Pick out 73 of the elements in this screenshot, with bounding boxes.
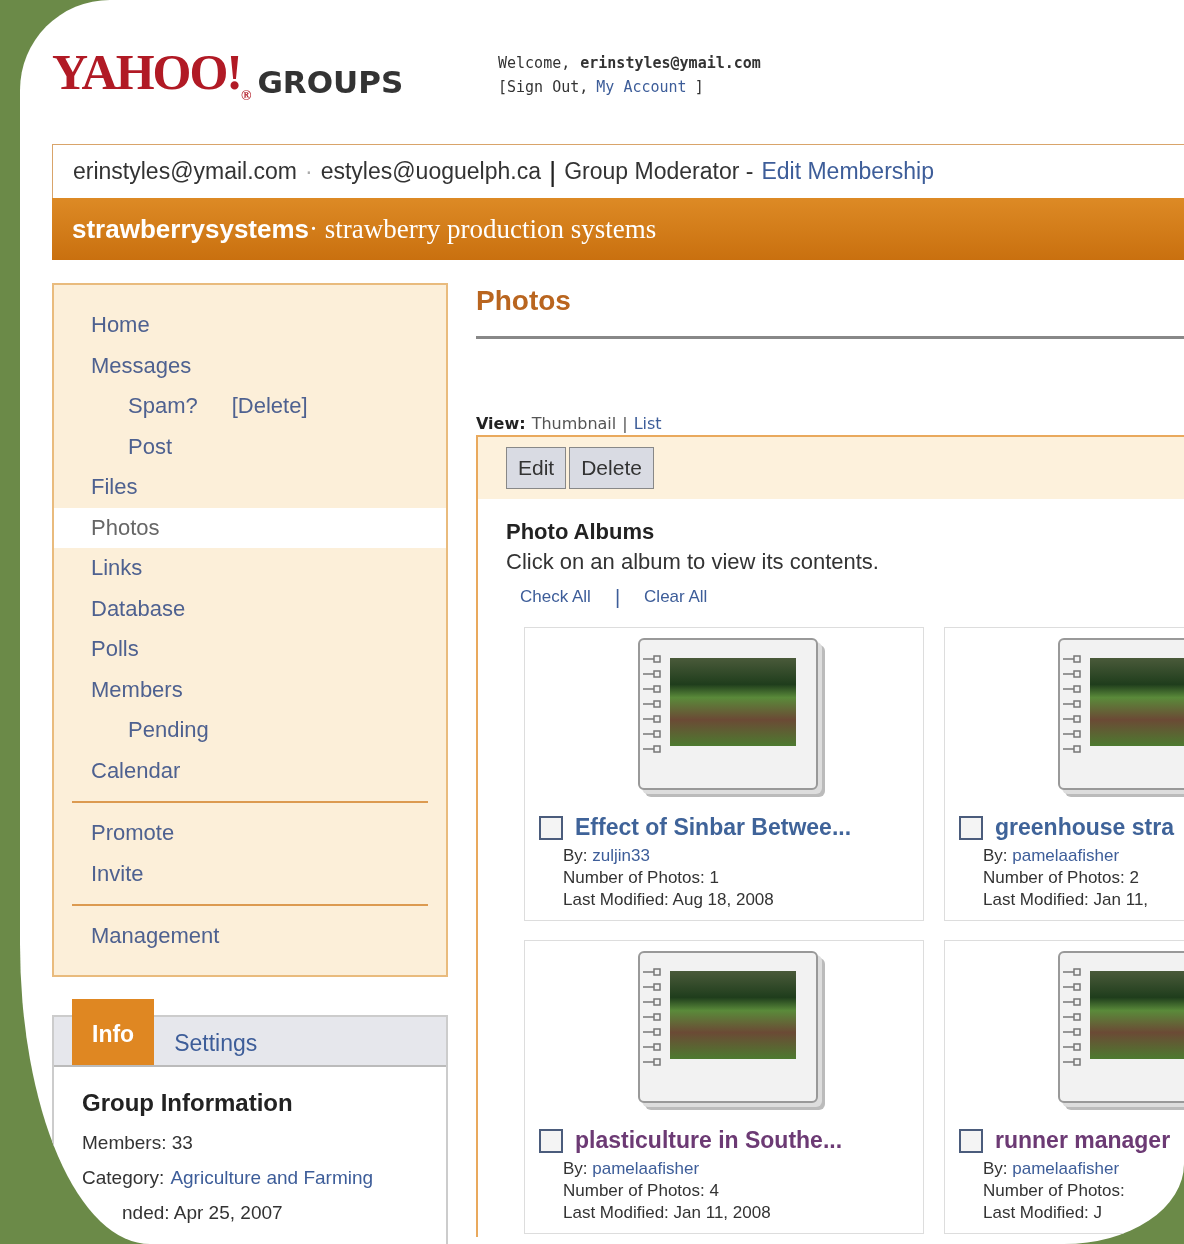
group-name[interactable]: strawberrysystems <box>72 213 310 245</box>
album-title-link[interactable]: runner manager <box>995 1127 1171 1154</box>
album-title-link[interactable]: greenhouse stra <box>995 814 1174 841</box>
separator-text: | <box>622 413 628 433</box>
edit-membership-link[interactable]: Edit Membership <box>761 158 934 185</box>
checkbox[interactable] <box>959 815 983 840</box>
bracket-text: ] <box>694 77 704 98</box>
sidebar-subitem[interactable]: Spam? [Delete] <box>54 386 446 427</box>
sidebar-item[interactable]: Polls <box>54 629 446 670</box>
member-role: Group Moderator - <box>564 158 754 185</box>
last-modified: Last Modified: Jan 11, 2008 <box>563 1202 772 1224</box>
last-modified: Last Modified: Aug 18, 2008 <box>563 889 775 911</box>
checkbox[interactable] <box>539 1128 563 1153</box>
photo-count: Number of Photos: 1 <box>563 867 720 889</box>
delete-link[interactable]: [Delete] <box>231 393 308 418</box>
author-link[interactable]: pamelaafisher <box>1012 846 1120 865</box>
sidebar-item[interactable]: Promote <box>54 813 446 854</box>
sign-out-link[interactable]: [Sign Out, <box>498 75 589 99</box>
view-option[interactable]: List <box>633 413 662 433</box>
member-email: estyles@uoguelph.ca <box>320 158 541 185</box>
sidebar-subitem[interactable]: Post <box>54 426 446 467</box>
author-link[interactable]: pamelaafisher <box>1012 1159 1120 1178</box>
info-text: nded: Apr 25, 2007 <box>122 1200 283 1225</box>
photo-count: Number of Photos: 2 <box>983 867 1140 889</box>
last-modified: Last Modified: Jan 11, <box>983 889 1150 911</box>
group-info-heading: Group Information <box>82 1088 294 1117</box>
toolbar-button[interactable]: Delete <box>569 447 654 489</box>
by-label: By: <box>983 846 1008 865</box>
photo-count: Number of Photos: 4 <box>563 1180 720 1202</box>
separator-text: | <box>614 585 621 609</box>
sidebar-item[interactable]: Home <box>54 305 446 346</box>
check-all-link[interactable]: Check All <box>520 587 591 607</box>
sidebar-item[interactable]: Invite <box>54 853 446 894</box>
album-title-link[interactable]: plasticulture in Southe... <box>575 1127 843 1154</box>
separator-text: | <box>548 155 557 188</box>
last-modified: Last Modified: J <box>983 1202 1104 1224</box>
sidebar-item[interactable]: Messages <box>54 345 446 386</box>
album-title-link[interactable]: Effect of Sinbar Betwee... <box>575 814 852 841</box>
section-description: Click on an album to view its contents. <box>506 548 880 576</box>
sidebar-item[interactable]: Database <box>54 588 446 629</box>
view-option[interactable]: Thumbnail <box>531 413 617 433</box>
by-label: By: <box>983 1159 1008 1178</box>
author-link[interactable]: zuljin33 <box>592 846 650 865</box>
page-title: Photos <box>476 284 572 318</box>
sidebar-item[interactable]: Photos <box>54 507 446 548</box>
info-text: Category: <box>82 1165 165 1190</box>
by-label: By: <box>563 846 588 865</box>
author-link[interactable]: pamelaafisher <box>592 1159 700 1178</box>
by-label: By: <box>563 1159 588 1178</box>
checkbox[interactable] <box>539 815 563 840</box>
view-label: View: <box>476 413 526 433</box>
user-email: erinstyles@ymail.com <box>580 53 761 74</box>
toolbar-button[interactable]: Edit <box>506 447 567 489</box>
panel-tab[interactable]: Settings <box>154 1016 278 1065</box>
sidebar-item[interactable]: Management <box>54 916 446 957</box>
yahoo-logo[interactable]: YAHOO!$_{®}$ <box>52 47 252 103</box>
photo-count: Number of Photos: <box>983 1180 1126 1202</box>
sidebar-item[interactable]: Links <box>54 548 446 589</box>
category-link[interactable]: Agriculture and Farming <box>170 1159 374 1195</box>
welcome-label: Welcome, <box>498 53 571 74</box>
groups-logo-text: GROUPS <box>257 64 404 100</box>
group-description: · strawberry production systems <box>309 213 657 245</box>
sidebar-item[interactable]: Calendar <box>54 750 446 791</box>
sidebar-item[interactable]: Members <box>54 669 446 710</box>
checkbox[interactable] <box>959 1128 983 1153</box>
section-heading: Photo Albums <box>506 518 656 546</box>
member-email: erinstyles@ymail.com <box>73 158 297 185</box>
info-text: Members: 33 <box>82 1130 193 1155</box>
clear-all-link[interactable]: Clear All <box>644 587 708 607</box>
my-account-link[interactable]: My Account <box>596 75 687 99</box>
separator-text: · <box>305 158 313 185</box>
sidebar-subitem[interactable]: Pending <box>54 710 446 751</box>
sidebar-item[interactable]: Files <box>54 467 446 508</box>
